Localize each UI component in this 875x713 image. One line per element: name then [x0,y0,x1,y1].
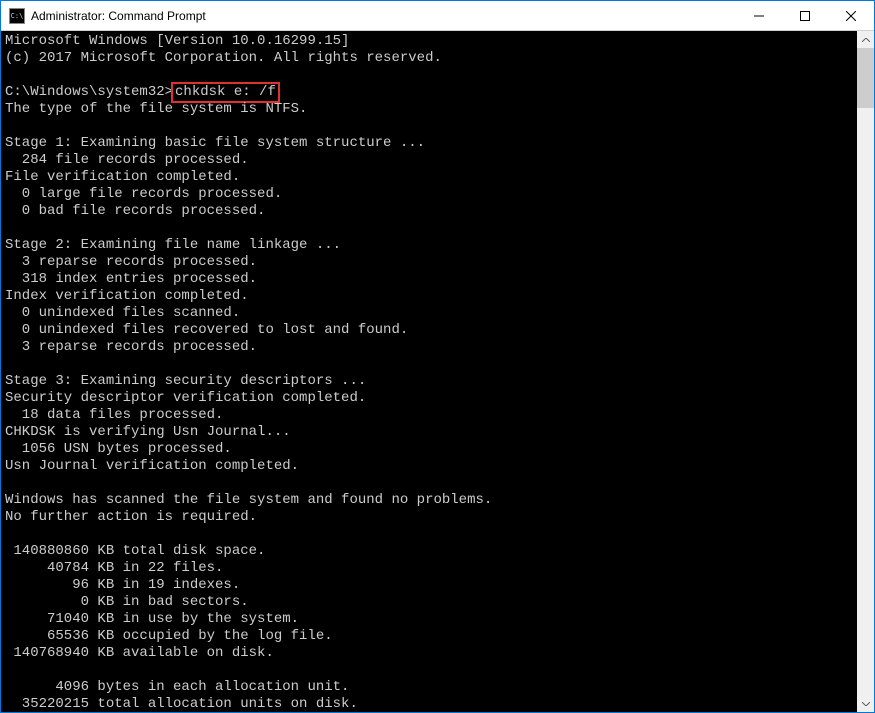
terminal-area: Microsoft Windows [Version 10.0.16299.15… [1,31,874,712]
close-button[interactable] [828,1,874,30]
scroll-up-arrow-icon[interactable] [857,31,874,48]
vertical-scrollbar[interactable] [857,31,874,712]
cmd-icon-label: C:\ [11,12,24,20]
maximize-button[interactable] [782,1,828,30]
command-highlight: chkdsk e: /f [171,82,280,103]
cmd-icon: C:\ [9,8,25,24]
terminal-output[interactable]: Microsoft Windows [Version 10.0.16299.15… [1,31,857,712]
window-titlebar[interactable]: C:\ Administrator: Command Prompt [1,1,874,31]
scroll-thumb[interactable] [857,48,874,108]
window-controls [736,1,874,30]
scroll-down-arrow-icon[interactable] [857,695,874,712]
minimize-button[interactable] [736,1,782,30]
window-title: Administrator: Command Prompt [31,9,736,23]
